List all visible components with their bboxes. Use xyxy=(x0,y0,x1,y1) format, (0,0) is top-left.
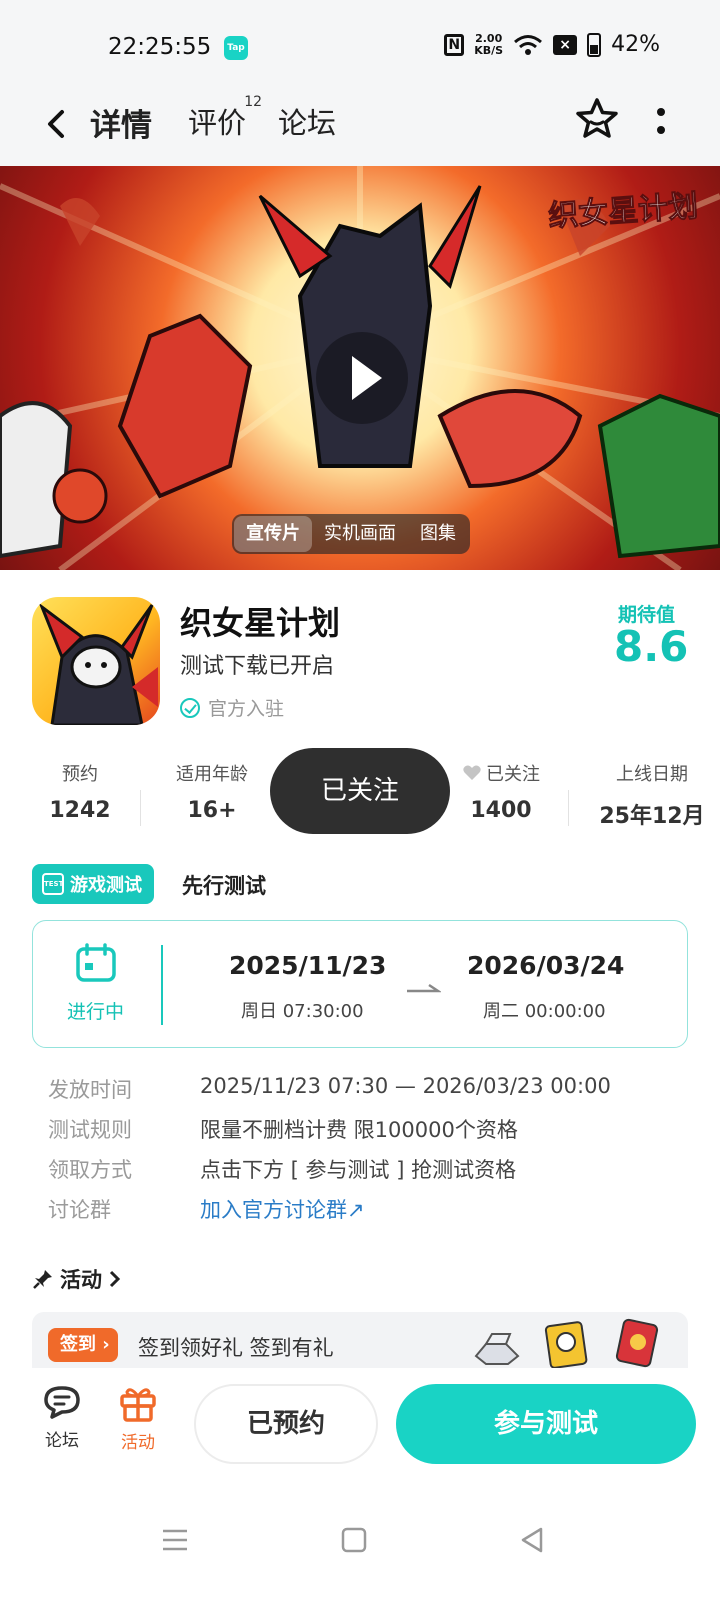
chevron-right-icon xyxy=(109,1270,121,1288)
media-tabs: 宣传片 实机画面 图集 xyxy=(232,514,470,554)
expectation-score: 8.6 xyxy=(614,622,689,671)
tab-details[interactable]: 详情 xyxy=(86,100,156,145)
gift-icon xyxy=(120,1388,156,1422)
info-row-rules: 测试规则 限量不删档计费 限100000个资格 xyxy=(48,1118,518,1142)
game-icon xyxy=(32,597,160,725)
battery-icon xyxy=(587,32,602,57)
end-time: 周二 00:00:00 xyxy=(483,1001,606,1022)
test-period-card: 进行中 2025/11/23 周日 07:30:00 2026/03/24 周二… xyxy=(32,920,688,1048)
system-nav-bar xyxy=(0,1480,720,1600)
heart-icon xyxy=(463,765,481,780)
follow-button[interactable]: 已关注 xyxy=(270,748,450,834)
card-reward-icon xyxy=(544,1321,588,1368)
stat-followers: 已关注 1400 xyxy=(454,760,548,823)
info-row-group: 讨论群 加入官方讨论群↗ xyxy=(48,1194,365,1224)
test-icon: TEST xyxy=(42,873,64,895)
media-tab-trailer[interactable]: 宣传片 xyxy=(234,516,312,552)
media-tab-gallery[interactable]: 图集 xyxy=(408,516,468,552)
bottom-forum[interactable]: 论坛 xyxy=(40,1384,84,1451)
taptap-app-icon: Tap xyxy=(224,36,248,60)
official-badge: 官方入驻 xyxy=(180,694,284,721)
home-square-icon[interactable] xyxy=(340,1526,368,1554)
game-subtitle: 测试下载已开启 xyxy=(180,654,335,679)
bottom-action-bar: 论坛 活动 已预约 参与测试 xyxy=(0,1368,720,1480)
reserved-button[interactable]: 已预约 xyxy=(194,1384,378,1464)
favorite-star-icon[interactable] xyxy=(574,96,620,142)
book-reward-icon xyxy=(615,1318,659,1368)
info-row-method: 领取方式 点击下方 [ 参与测试 ] 抢测试资格 xyxy=(48,1158,517,1182)
top-nav: 详情 评价 12 论坛 xyxy=(0,90,720,166)
status-right: N 2.00 KB/S × 42% xyxy=(444,32,660,57)
network-speed: 2.00 KB/S xyxy=(474,31,504,57)
divider xyxy=(568,790,569,826)
divider xyxy=(140,790,141,826)
stat-release-date: 上线日期 25年12月 xyxy=(599,764,705,829)
activity-header[interactable]: 活动 xyxy=(32,1264,122,1294)
stat-age-rating: 适用年龄 16+ xyxy=(176,764,248,823)
battery-percent: 42% xyxy=(611,32,660,57)
menu-icon[interactable] xyxy=(160,1526,190,1554)
promo-video[interactable]: 织女星计划 宣传片 实机画面 图集 xyxy=(0,166,720,570)
tab-reviews[interactable]: 评价 12 xyxy=(188,94,262,142)
bottom-activity[interactable]: 活动 xyxy=(116,1384,160,1453)
test-title: 先行测试 xyxy=(182,874,266,898)
arrow-right-icon xyxy=(407,983,441,993)
back-arrow-icon[interactable] xyxy=(38,104,78,144)
join-test-button[interactable]: 参与测试 xyxy=(396,1384,696,1464)
play-button[interactable] xyxy=(316,332,408,424)
status-bar: 22:25:55 Tap N 2.00 KB/S × 42% xyxy=(0,0,720,90)
start-time: 周日 07:30:00 xyxy=(241,1001,364,1022)
divider xyxy=(161,945,163,1025)
sim-off-icon: × xyxy=(553,34,578,55)
sign-in-badge: 签到 › xyxy=(48,1328,118,1362)
media-tab-gameplay[interactable]: 实机画面 xyxy=(312,516,408,552)
sign-in-text: 签到领好礼 签到有礼 xyxy=(138,1336,334,1360)
tab-forum[interactable]: 论坛 xyxy=(278,100,336,142)
calendar-icon xyxy=(76,943,116,982)
start-date: 2025/11/23 xyxy=(229,951,387,980)
stat-reservations: 预约 1242 xyxy=(49,764,111,823)
info-row-release: 发放时间 2025/11/23 07:30 — 2026/03/23 00:00 xyxy=(48,1074,611,1102)
status-time: 22:25:55 xyxy=(108,34,212,60)
silver-ingot-icon xyxy=(474,1333,520,1365)
sign-in-activity-card[interactable]: 签到 › 签到领好礼 签到有礼 xyxy=(32,1312,688,1368)
end-date: 2026/03/24 xyxy=(467,951,625,980)
game-title: 织女星计划 xyxy=(180,604,341,642)
wifi-icon xyxy=(514,34,543,55)
forum-icon xyxy=(44,1386,80,1419)
join-group-link[interactable]: 加入官方讨论群↗ xyxy=(200,1194,365,1224)
back-triangle-icon[interactable] xyxy=(518,1526,546,1554)
test-state: 进行中 xyxy=(67,1001,125,1023)
nfc-icon: N xyxy=(444,33,465,56)
pin-icon xyxy=(33,1270,52,1289)
review-count: 12 xyxy=(244,94,263,110)
game-test-badge: TEST 游戏测试 xyxy=(32,864,154,904)
more-options-icon[interactable] xyxy=(654,104,668,140)
verified-check-icon xyxy=(180,697,200,718)
